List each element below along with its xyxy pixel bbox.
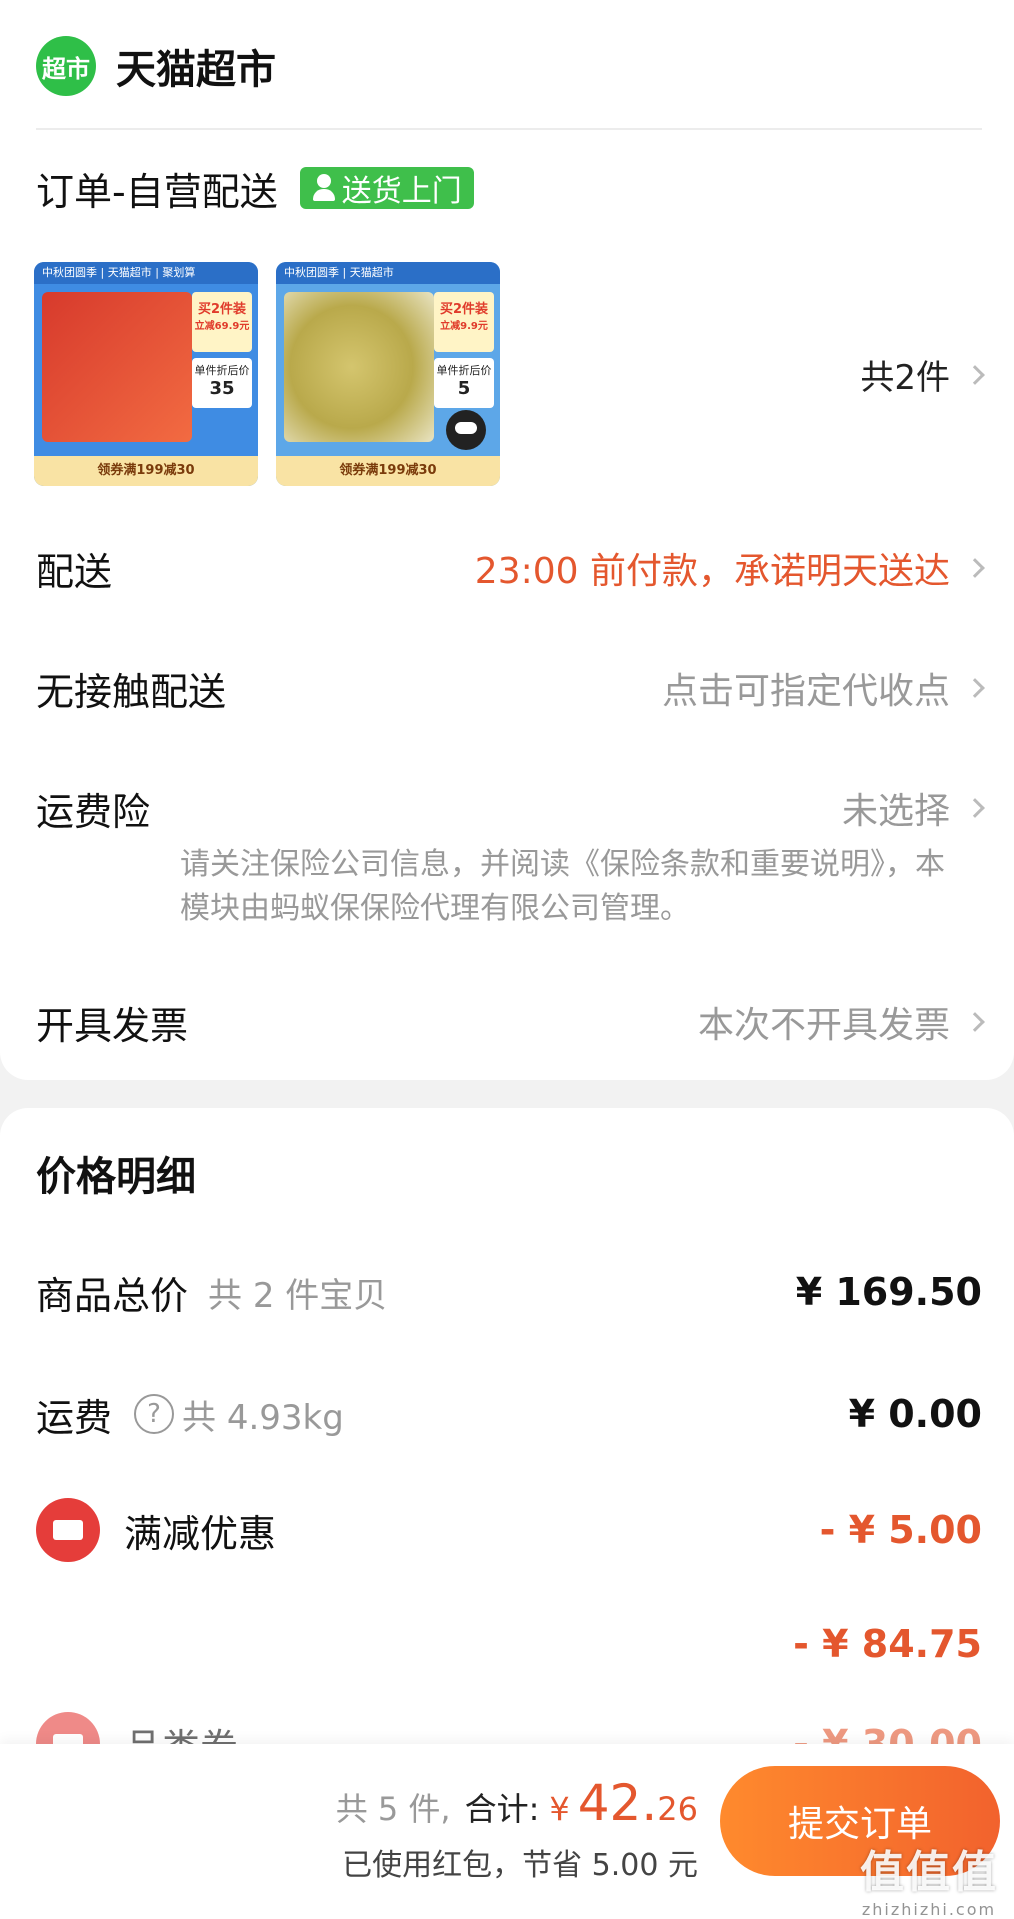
store-logo-icon: 超市 — [36, 36, 96, 96]
product-banner: 中秋团圆季 | 天猫超市 — [276, 262, 500, 284]
goods-total-label: 商品总价 — [36, 1273, 189, 1318]
discount-row: 满减优惠 - ¥ 5.00 — [36, 1498, 982, 1562]
price-detail-title: 价格明细 — [36, 1154, 196, 1200]
order-card: 超市 天猫超市 订单-自营配送 送货上门 中秋团圆季 | 天猫超市 | 聚划算 … — [0, 0, 1014, 1080]
store-header[interactable]: 超市 天猫超市 — [36, 36, 276, 96]
insurance-row[interactable]: 运费险 未选择 — [36, 780, 985, 836]
person-icon — [312, 174, 336, 202]
shipping-value: ¥ 0.00 — [848, 1392, 982, 1436]
coupon-icon — [36, 1498, 100, 1562]
tmall-cat-icon — [446, 410, 486, 450]
total-label: 合计: — [464, 1790, 540, 1828]
invoice-value: 本次不开具发票 — [698, 996, 985, 1048]
goods-total-sub: 共 2 件宝贝 — [208, 1275, 388, 1316]
chevron-right-icon — [965, 798, 985, 818]
shipping-label: 运费 — [36, 1395, 113, 1440]
product-image — [42, 292, 192, 442]
insurance-label: 运费险 — [36, 789, 151, 834]
shipping-weight: 共 4.93kg — [182, 1397, 344, 1438]
total-amount-dec: 26 — [657, 1790, 698, 1828]
delivery-row[interactable]: 配送 23:00 前付款，承诺明天送达 — [36, 540, 985, 596]
insurance-value: 未选择 — [842, 782, 985, 834]
chevron-right-icon — [965, 678, 985, 698]
goods-total-value: ¥ 169.50 — [795, 1270, 982, 1314]
store-name: 天猫超市 — [116, 47, 276, 93]
contactless-value: 点击可指定代收点 — [662, 662, 985, 714]
help-icon[interactable]: ? — [134, 1394, 175, 1434]
total-currency: ¥ — [549, 1790, 570, 1828]
site-watermark: 值值值 zhizhizhi.com — [860, 1847, 998, 1919]
contactless-label: 无接触配送 — [36, 669, 227, 714]
chevron-right-icon — [965, 1012, 985, 1032]
chevron-right-icon — [965, 558, 985, 578]
product-promo: 买2件装 立减69.9元 — [192, 292, 252, 352]
invoice-label: 开具发票 — [36, 1003, 189, 1048]
shipping-row: 运费 ? 共 4.93kg ¥ 0.00 — [36, 1386, 982, 1442]
product-thumbnail-2[interactable]: 中秋团圆季 | 天猫超市 买2件装 立减9.9元 单件折后价 5 领券满199减30 — [276, 262, 500, 486]
product-price-tag: 单件折后价 5 — [434, 358, 494, 408]
product-thumbnail-1[interactable]: 中秋团圆季 | 天猫超市 | 聚划算 买2件装 立减69.9元 单件折后价 35 领… — [34, 262, 258, 486]
delivery-badge: 送货上门 — [299, 167, 474, 209]
contactless-row[interactable]: 无接触配送 点击可指定代收点 — [36, 660, 985, 716]
product-promo: 买2件装 立减9.9元 — [434, 292, 494, 352]
chevron-right-icon — [965, 364, 985, 385]
discount-value: - ¥ 5.00 — [819, 1508, 982, 1552]
red-packet-value: - ¥ 84.75 — [793, 1622, 982, 1666]
total-amount-int: 42. — [577, 1774, 658, 1832]
delivery-badge-label: 送货上门 — [341, 174, 462, 209]
order-title-row: 订单-自营配送 送货上门 — [36, 160, 474, 216]
delivery-value: 23:00 前付款，承诺明天送达 — [475, 542, 985, 594]
order-totals: 共 5 件, 合计: ¥ 42. 26 已使用红包，节省 5.00 元 — [336, 1774, 698, 1884]
saving-note: 已使用红包，节省 5.00 元 — [342, 1848, 698, 1883]
discount-label: 满减优惠 — [124, 1511, 277, 1556]
item-count-link[interactable]: 共2件 — [860, 350, 985, 399]
divider — [36, 128, 982, 130]
red-packet-row: - ¥ 84.75 — [36, 1616, 982, 1672]
goods-total-row: 商品总价 共 2 件宝贝 ¥ 169.50 — [36, 1264, 982, 1320]
product-image — [284, 292, 434, 442]
item-count: 共2件 — [860, 358, 950, 398]
checkout-bar: 共 5 件, 合计: ¥ 42. 26 已使用红包，节省 5.00 元 提交订单… — [0, 1744, 1014, 1919]
product-coupon-strip: 领券满199减30 — [34, 456, 258, 486]
total-count: 共 5 件, — [335, 1790, 451, 1828]
delivery-label: 配送 — [36, 549, 113, 594]
invoice-row[interactable]: 开具发票 本次不开具发票 — [36, 994, 985, 1050]
product-price-tag: 单件折后价 35 — [192, 358, 252, 408]
order-title: 订单-自营配送 — [36, 169, 278, 214]
product-banner: 中秋团圆季 | 天猫超市 | 聚划算 — [34, 262, 258, 284]
product-coupon-strip: 领券满199减30 — [276, 456, 500, 486]
insurance-note: 请关注保险公司信息，并阅读《保险条款和重要说明》，本模块由蚂蚁保保险代理有限公司… — [180, 847, 945, 926]
